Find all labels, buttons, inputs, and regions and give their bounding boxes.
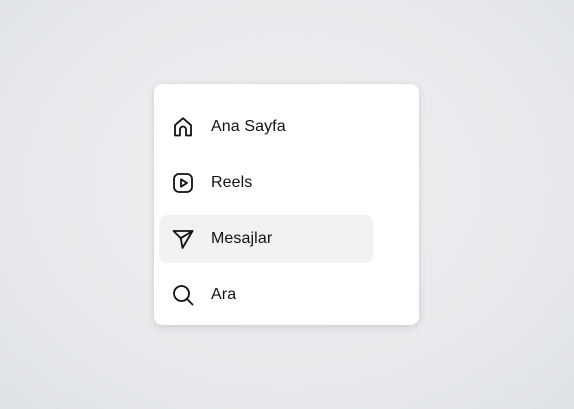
menu-item-home[interactable]: Ana Sayfa (159, 103, 373, 151)
menu-item-label: Ara (211, 286, 237, 303)
menu-item-messages[interactable]: Mesajlar (159, 215, 373, 263)
menu-item-search[interactable]: Ara (159, 271, 373, 319)
reels-icon (171, 171, 195, 195)
menu-item-label: Mesajlar (211, 230, 273, 247)
menu-item-reels[interactable]: Reels (159, 159, 373, 207)
menu-item-label: Reels (211, 174, 253, 191)
navigation-menu: Ana Sayfa Reels Mesajlar Ara (154, 84, 419, 325)
menu-item-label: Ana Sayfa (211, 118, 286, 135)
search-icon (171, 283, 195, 307)
home-icon (171, 115, 195, 139)
send-icon (171, 227, 195, 251)
